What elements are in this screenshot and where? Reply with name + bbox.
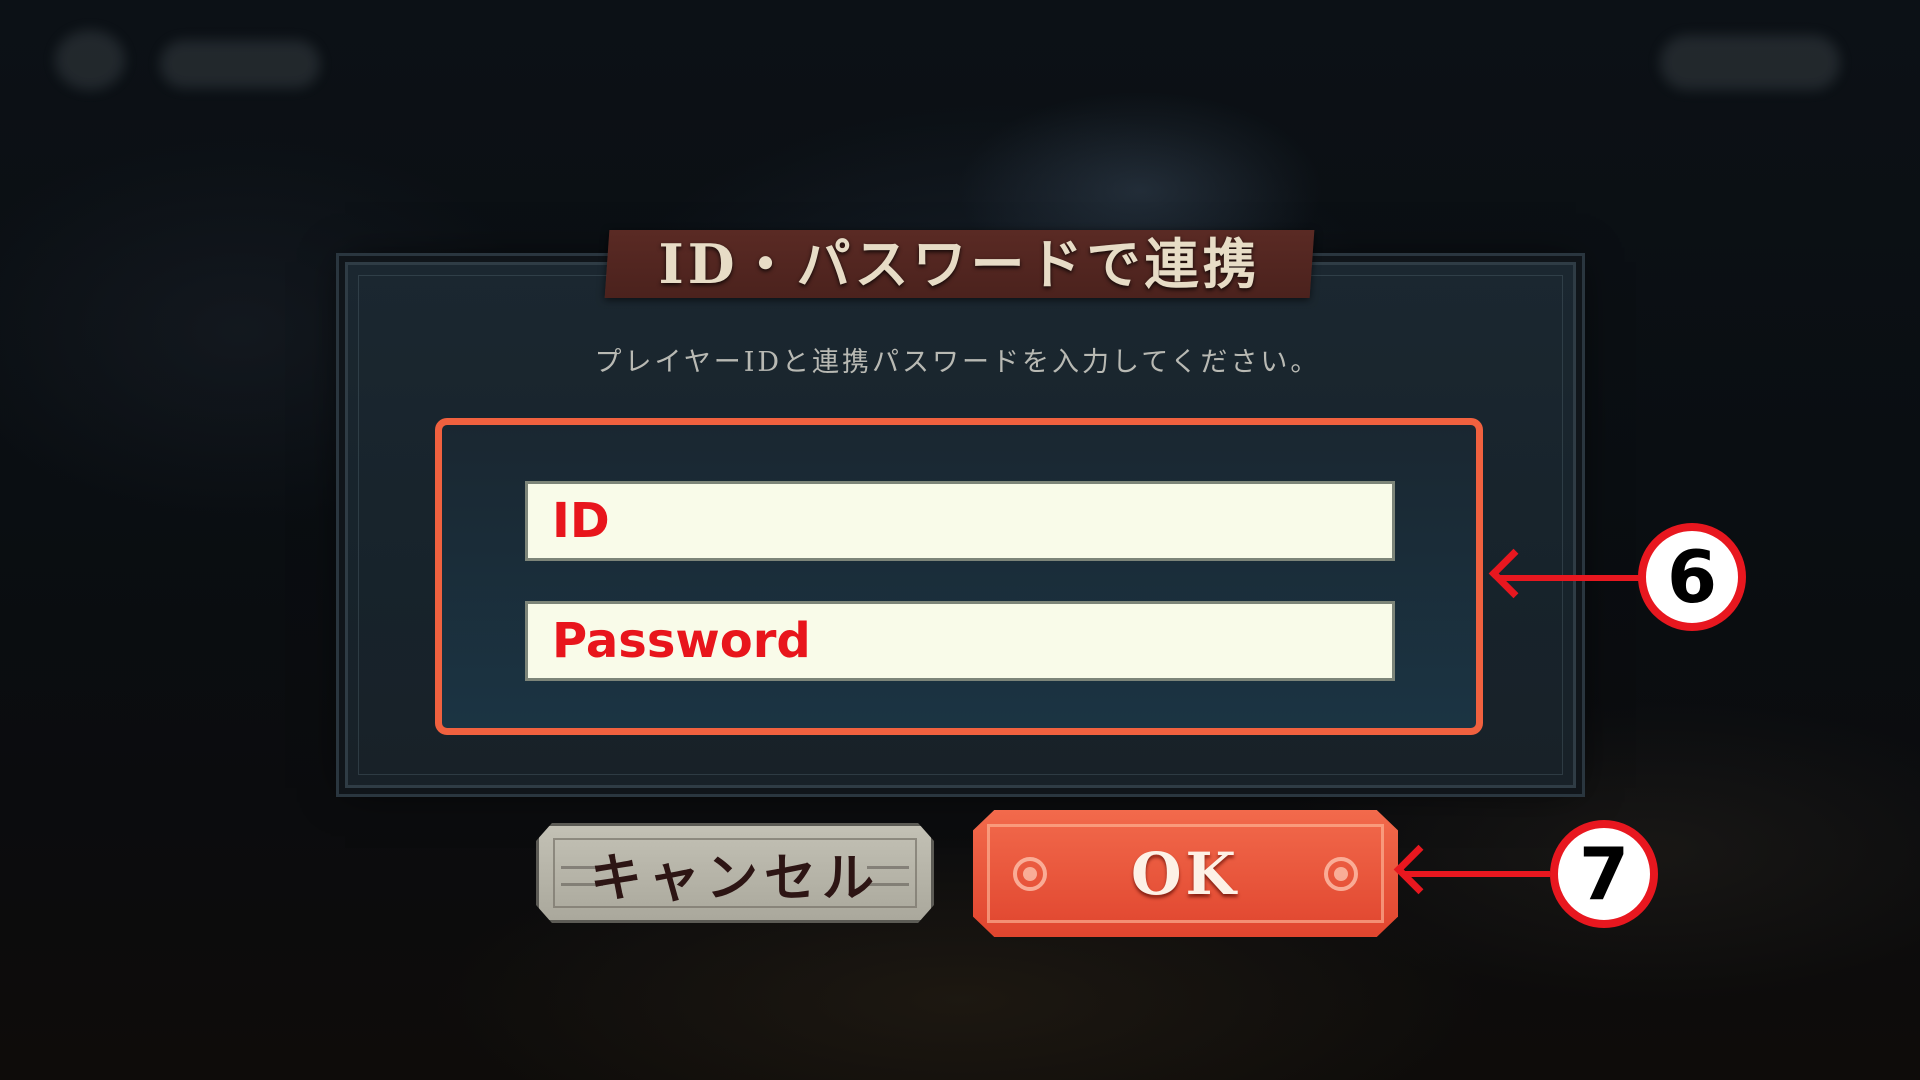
arrow-left-icon	[1500, 575, 1640, 581]
step-badge-7: 7	[1550, 820, 1658, 928]
password-input[interactable]	[525, 601, 1395, 681]
blurred-hud-element	[160, 40, 320, 88]
gear-ornament-icon	[1013, 856, 1047, 891]
dialog-instruction: プレイヤーIDと連携パスワードを入力してください。	[594, 347, 1321, 378]
ok-button[interactable]: OK	[973, 810, 1398, 937]
ok-button-label: OK	[1131, 839, 1240, 908]
game-screen: ID・パスワードで連携 プレイヤーIDと連携パスワードを入力してください。 キャ…	[0, 0, 1920, 1080]
arrow-left-icon	[1405, 871, 1550, 877]
blurred-menu-icon	[55, 30, 125, 90]
dialog-title: ID・パスワードで連携	[658, 232, 1261, 296]
input-highlight-box	[435, 418, 1483, 735]
step-badge-6: 6	[1638, 523, 1746, 631]
blurred-hud-element	[1660, 35, 1840, 90]
gear-ornament-icon	[1324, 856, 1358, 891]
player-id-input[interactable]	[525, 481, 1395, 561]
cancel-button[interactable]: キャンセル	[536, 823, 934, 923]
cancel-button-label: キャンセル	[589, 847, 880, 909]
